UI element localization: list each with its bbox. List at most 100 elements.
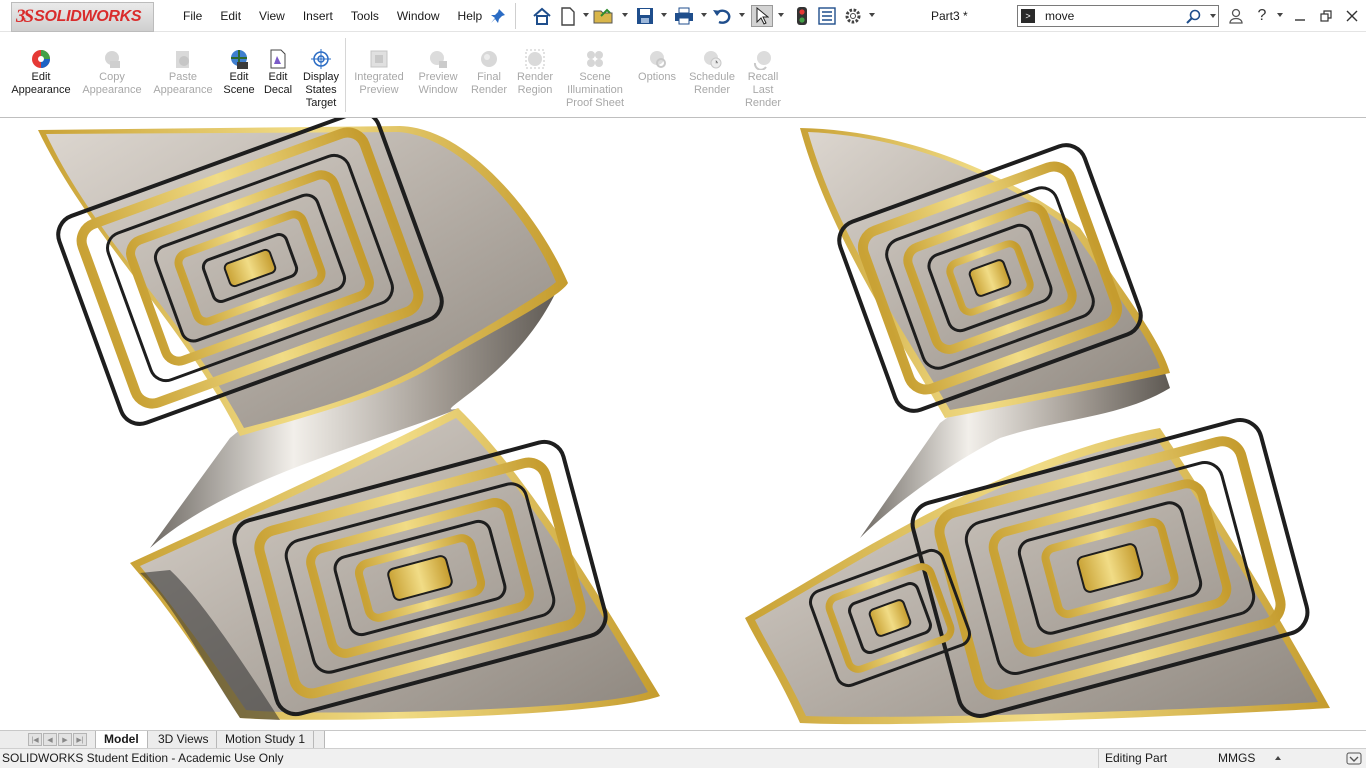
- new-document-icon[interactable]: [557, 5, 579, 27]
- menu-file[interactable]: File: [174, 0, 211, 32]
- ds-logo-mark: 3S: [16, 6, 34, 27]
- pin-menu-icon[interactable]: [490, 8, 506, 24]
- close-icon[interactable]: [1342, 6, 1362, 26]
- render-options-icon: [646, 48, 668, 70]
- options-gear-icon[interactable]: [842, 5, 864, 27]
- paste-appearance-button[interactable]: Paste Appearance: [151, 48, 215, 97]
- title-bar: 3S SOLIDWORKS File Edit View Insert Tool…: [0, 0, 1366, 32]
- tab-motion-study-1[interactable]: Motion Study 1: [217, 731, 315, 748]
- tab-navigation: |◀ ◀ ▶ ▶|: [28, 733, 87, 746]
- copy-appearance-button[interactable]: Copy Appearance: [82, 48, 142, 97]
- print-dropdown-icon[interactable]: [701, 13, 707, 17]
- integrated-preview-label: Integrated Preview: [354, 71, 404, 96]
- document-title: Part3 *: [931, 9, 968, 23]
- unit-system-selector[interactable]: MMGS: [1212, 749, 1255, 768]
- search-icon[interactable]: [1186, 9, 1202, 25]
- recall-last-render-label: Recall Last Render: [744, 71, 782, 109]
- edit-scene-label: Edit Scene: [223, 71, 255, 96]
- final-render-label: Final Render: [470, 71, 508, 96]
- prev-tab-arrow-icon[interactable]: ◀: [43, 733, 57, 746]
- display-states-target-button[interactable]: Display States Target: [300, 48, 342, 110]
- integrated-preview-icon: [368, 48, 390, 70]
- search-commands-field[interactable]: > move: [1017, 5, 1219, 27]
- tab-model[interactable]: Model: [95, 731, 148, 748]
- help-dropdown-icon[interactable]: [1277, 13, 1283, 17]
- select-arrow-icon[interactable]: [751, 5, 773, 27]
- options-dropdown-icon[interactable]: [869, 13, 875, 17]
- display-states-target-icon: [310, 48, 332, 70]
- command-manager: Edit Appearance Copy Appearance Paste Ap…: [0, 32, 1366, 118]
- status-message: SOLIDWORKS Student Edition - Academic Us…: [2, 751, 284, 765]
- final-render-button[interactable]: Final Render: [469, 48, 509, 97]
- open-dropdown-icon[interactable]: [622, 13, 628, 17]
- user-account-icon[interactable]: [1226, 6, 1246, 26]
- edit-appearance-button[interactable]: Edit Appearance: [10, 48, 72, 97]
- preview-window-icon: [427, 48, 449, 70]
- render-options-button[interactable]: Options: [634, 48, 680, 84]
- tab-bar-fill: [324, 731, 1366, 748]
- status-edit-mode: Editing Part: [1098, 749, 1167, 768]
- menu-insert[interactable]: Insert: [294, 0, 342, 32]
- minimize-icon[interactable]: [1290, 6, 1310, 26]
- select-dropdown-icon[interactable]: [778, 13, 784, 17]
- ring-model-render[interactable]: [0, 118, 1366, 730]
- search-dropdown-icon[interactable]: [1210, 14, 1216, 18]
- rebuild-traffic-light-icon[interactable]: [791, 5, 813, 27]
- menu-bar: File Edit View Insert Tools Window Help: [174, 0, 491, 32]
- schedule-render-label: Schedule Render: [689, 71, 735, 96]
- recall-last-render-icon: [752, 48, 774, 70]
- solidworks-logo[interactable]: 3S SOLIDWORKS: [11, 2, 154, 32]
- edit-decal-icon: [267, 48, 289, 70]
- render-options-label: Options: [638, 71, 676, 83]
- copy-appearance-icon: [101, 48, 123, 70]
- menu-tools[interactable]: Tools: [342, 0, 388, 32]
- recall-last-render-button[interactable]: Recall Last Render: [742, 48, 784, 110]
- new-dropdown-icon[interactable]: [583, 13, 589, 17]
- toolbar-separator: [515, 3, 516, 29]
- units-dropdown-icon[interactable]: [1275, 756, 1281, 760]
- final-render-icon: [478, 48, 500, 70]
- restore-icon[interactable]: [1316, 6, 1336, 26]
- graphics-area[interactable]: [0, 118, 1366, 730]
- display-states-target-label: Display States Target: [302, 71, 340, 109]
- customize-status-bar-icon[interactable]: [1346, 751, 1362, 766]
- integrated-preview-button[interactable]: Integrated Preview: [350, 48, 408, 97]
- save-dropdown-icon[interactable]: [661, 13, 667, 17]
- schedule-render-button[interactable]: Schedule Render: [685, 48, 739, 97]
- last-tab-arrow-icon[interactable]: ▶|: [73, 733, 87, 746]
- help-icon[interactable]: ?: [1252, 6, 1272, 26]
- file-properties-icon[interactable]: [816, 5, 838, 27]
- edit-appearance-label: Edit Appearance: [11, 71, 71, 96]
- paste-appearance-icon: [172, 48, 194, 70]
- undo-icon[interactable]: [711, 5, 733, 27]
- scene-illumination-icon: [584, 48, 606, 70]
- print-icon[interactable]: [673, 5, 695, 27]
- render-region-button[interactable]: Render Region: [514, 48, 556, 97]
- menu-view[interactable]: View: [250, 0, 294, 32]
- tab-3d-views[interactable]: 3D Views: [150, 731, 218, 748]
- save-icon[interactable]: [634, 5, 656, 27]
- status-bar: SOLIDWORKS Student Edition - Academic Us…: [0, 748, 1366, 768]
- edit-scene-icon: [228, 48, 250, 70]
- brand-name: SOLIDWORKS: [34, 8, 142, 25]
- paste-appearance-label: Paste Appearance: [153, 71, 213, 96]
- open-folder-icon[interactable]: [593, 5, 615, 27]
- ribbon-separator: [345, 38, 346, 112]
- menu-edit[interactable]: Edit: [211, 0, 250, 32]
- edit-decal-button[interactable]: Edit Decal: [262, 48, 294, 97]
- command-prompt-icon: >: [1021, 9, 1035, 23]
- menu-window[interactable]: Window: [388, 0, 449, 32]
- preview-window-label: Preview Window: [418, 71, 458, 96]
- scene-illumination-proof-sheet-button[interactable]: Scene Illumination Proof Sheet: [561, 48, 629, 110]
- next-tab-arrow-icon[interactable]: ▶: [58, 733, 72, 746]
- home-icon[interactable]: [531, 5, 553, 27]
- scene-illumination-label: Scene Illumination Proof Sheet: [565, 71, 625, 109]
- edit-scene-button[interactable]: Edit Scene: [222, 48, 256, 97]
- preview-window-button[interactable]: Preview Window: [413, 48, 463, 97]
- undo-dropdown-icon[interactable]: [739, 13, 745, 17]
- schedule-render-icon: [701, 48, 723, 70]
- menu-help[interactable]: Help: [449, 0, 492, 32]
- search-input-value[interactable]: move: [1045, 6, 1074, 26]
- first-tab-arrow-icon[interactable]: |◀: [28, 733, 42, 746]
- edit-decal-label: Edit Decal: [263, 71, 293, 96]
